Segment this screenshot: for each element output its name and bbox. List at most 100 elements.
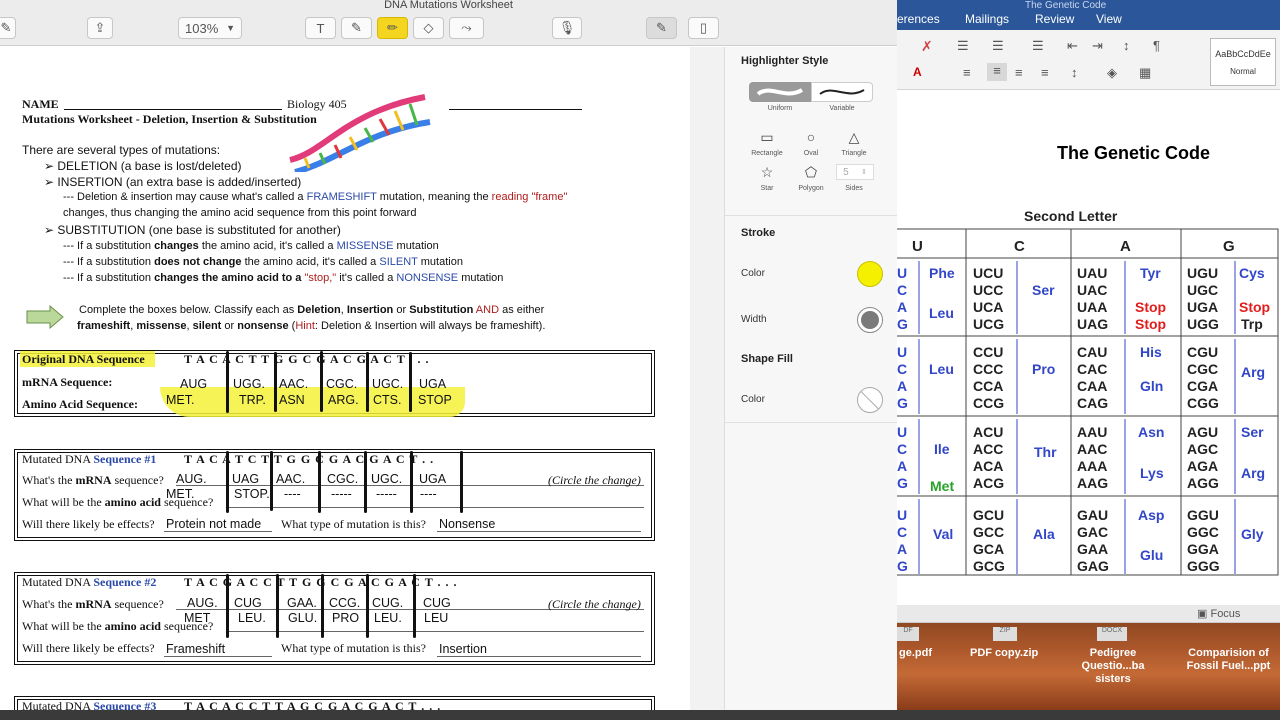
pilcrow-icon[interactable]: ¶ bbox=[1153, 38, 1160, 53]
lasso-tool-icon[interactable]: ⤳ bbox=[449, 17, 484, 39]
normal-style-gallery-item[interactable]: AaBbCcDdEe Normal bbox=[1210, 38, 1276, 86]
date-line bbox=[449, 109, 582, 110]
edit-icon[interactable]: ✎ bbox=[0, 17, 16, 39]
rectangle-label: Rectangle bbox=[751, 150, 783, 157]
third-letter-col: UCAG bbox=[897, 507, 908, 575]
amino-acid: MET bbox=[184, 611, 211, 625]
justify-icon[interactable]: ≡ bbox=[1041, 65, 1049, 80]
microphone-icon[interactable]: 🎙 bbox=[552, 17, 582, 39]
missense-line: --- If a substitution changes the amino … bbox=[63, 240, 439, 252]
polygon-shape-icon[interactable]: ⬠ bbox=[793, 162, 829, 182]
sides-stepper[interactable]: 5 ⇕ bbox=[836, 164, 874, 180]
original-dna-label: Original DNA Sequence bbox=[22, 352, 145, 366]
amino-acid-cell: Leu bbox=[929, 361, 954, 377]
m1-type-question: What type of mutation is this? bbox=[281, 517, 426, 531]
desktop-file[interactable]: PDF copy.zip bbox=[970, 647, 1038, 659]
text-tool-icon[interactable]: T bbox=[305, 17, 336, 39]
codon: UAU bbox=[1077, 265, 1108, 281]
desktop-file[interactable]: Comparision of Fossil Fuel...ppt bbox=[1177, 647, 1280, 673]
mrna-codon: CCG. bbox=[329, 596, 361, 610]
stroke-width-control[interactable] bbox=[857, 307, 883, 333]
circle-change-note: (Circle the change) bbox=[548, 597, 641, 611]
nonsense-line: --- If a substitution changes the amino … bbox=[63, 272, 503, 284]
codon-col: UAU UAC UAA UAG bbox=[1077, 265, 1108, 333]
desktop-file[interactable]: ge.pdf bbox=[899, 647, 932, 659]
uniform-label: Uniform bbox=[767, 105, 793, 112]
share-icon[interactable]: ⇪ bbox=[87, 17, 113, 39]
sidebar-toggle-icon[interactable]: ▯ bbox=[688, 17, 719, 39]
highlighter-tool-icon[interactable]: ✏ bbox=[377, 17, 408, 39]
instr-a: Complete the boxes below. Classify each … bbox=[79, 304, 295, 316]
q-b: amino acid bbox=[104, 619, 161, 633]
pen-tool-icon[interactable]: ✎ bbox=[341, 17, 372, 39]
clear-format-icon[interactable]: ✗ bbox=[921, 38, 933, 55]
codon-col: CCU CCC CCA CCG bbox=[973, 344, 1004, 412]
outdent-icon[interactable]: ⇤ bbox=[1067, 38, 1078, 54]
shading-icon[interactable]: ◈ bbox=[1107, 65, 1117, 81]
m1-effects-answer[interactable]: Protein not made bbox=[166, 517, 261, 531]
instr-sub: Substitution bbox=[409, 304, 474, 316]
instr-del: Deletion bbox=[297, 304, 341, 316]
style-sample: AaBbCcDdEe bbox=[1215, 49, 1271, 59]
oval-shape-icon[interactable]: ○ bbox=[793, 127, 829, 147]
screen: DNA Mutations Worksheet ✎ ⇪ 103% ▼ T ✎ ✏ … bbox=[0, 0, 1280, 720]
ink-divider bbox=[321, 574, 324, 638]
eraser-tool-icon[interactable]: ◇ bbox=[413, 17, 444, 39]
fill-color-swatch[interactable] bbox=[857, 387, 883, 413]
bullets-icon[interactable]: ☰ bbox=[957, 38, 969, 54]
stroke-color-swatch[interactable] bbox=[857, 261, 883, 287]
zoom-select[interactable]: 103% ▼ bbox=[178, 17, 242, 39]
instr-or: or bbox=[396, 304, 407, 316]
uniform-style-option[interactable] bbox=[749, 82, 811, 102]
align-center-icon[interactable]: ≡ bbox=[987, 63, 1007, 81]
focus-toggle[interactable]: ▣ Focus bbox=[1197, 607, 1240, 620]
markup-pen-icon[interactable]: ✎ bbox=[646, 17, 677, 39]
deletion-item: ➢ DELETION (a base is lost/deleted) bbox=[44, 159, 242, 173]
indent-icon[interactable]: ⇥ bbox=[1092, 38, 1103, 54]
numbering-icon[interactable]: ☰ bbox=[992, 38, 1004, 54]
codon: CCU bbox=[973, 344, 1004, 360]
align-left-icon[interactable]: ≡ bbox=[963, 65, 971, 80]
variable-style-option[interactable] bbox=[811, 82, 873, 102]
star-shape-icon[interactable]: ☆ bbox=[749, 162, 785, 182]
codon: AAG bbox=[1077, 475, 1109, 491]
m2-effects-answer[interactable]: Frameshift bbox=[166, 642, 225, 656]
sort-icon[interactable]: ↕ bbox=[1123, 38, 1130, 53]
uniform-stroke-icon bbox=[756, 88, 804, 96]
third-letter: U bbox=[897, 265, 908, 281]
m1-type-answer[interactable]: Nonsense bbox=[439, 517, 495, 531]
multilevel-icon[interactable]: ☰ bbox=[1032, 38, 1044, 54]
second-letter-label: Second Letter bbox=[1024, 208, 1118, 224]
answer-line bbox=[437, 531, 641, 532]
amino-acid: STOP. bbox=[234, 487, 270, 501]
ink-divider bbox=[409, 352, 412, 412]
tab-review[interactable]: Review bbox=[1035, 12, 1074, 26]
m2-type-answer[interactable]: Insertion bbox=[439, 642, 487, 656]
amino-acid: ----- bbox=[331, 487, 352, 501]
tab-view[interactable]: View bbox=[1096, 12, 1122, 26]
m1-label: Mutated DNA bbox=[22, 452, 91, 466]
ink-divider bbox=[226, 574, 229, 638]
mrna-codon: UGC. bbox=[372, 377, 404, 391]
codon-col: GAU GAC GAA GAG bbox=[1077, 507, 1109, 575]
codon: ACA bbox=[973, 458, 1004, 474]
rectangle-shape-icon[interactable]: ▭ bbox=[749, 127, 785, 147]
tab-mailings[interactable]: Mailings bbox=[965, 12, 1009, 26]
triangle-shape-icon[interactable]: △ bbox=[836, 127, 872, 147]
substitution-desc: (one base is substituted for another) bbox=[148, 223, 341, 237]
codon: GAG bbox=[1077, 558, 1109, 574]
silent-line: --- If a substitution does not change th… bbox=[63, 256, 463, 268]
font-color-icon[interactable]: A bbox=[913, 65, 922, 79]
m1-dna-sequence: T A C A T C T T G G C G A C G A C T . . bbox=[184, 452, 435, 466]
line-spacing-icon[interactable]: ↕ bbox=[1071, 65, 1078, 80]
ink-divider bbox=[460, 451, 463, 513]
insertion-desc: (an extra base is added/inserted) bbox=[125, 175, 302, 189]
ns-b: changes the amino acid to a bbox=[154, 272, 302, 284]
ink-divider bbox=[366, 574, 369, 638]
deletion-term: DELETION bbox=[57, 159, 118, 173]
borders-icon[interactable]: ▦ bbox=[1139, 65, 1151, 81]
tab-references[interactable]: erences bbox=[897, 12, 940, 26]
amino-acid-cell: Lys bbox=[1140, 465, 1164, 481]
align-right-icon[interactable]: ≡ bbox=[1015, 65, 1023, 80]
desktop-file[interactable]: Pedigree Questio...ba sisters bbox=[1063, 647, 1163, 686]
